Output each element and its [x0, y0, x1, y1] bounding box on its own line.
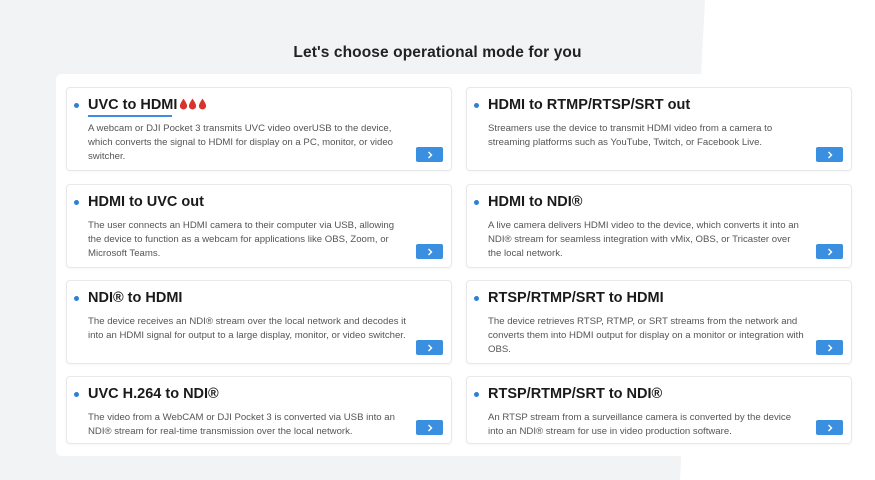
bullet-icon [74, 103, 79, 108]
card-description: The device receives an NDI® stream over … [88, 316, 406, 342]
chevron-right-icon [827, 151, 832, 158]
card-description: An RTSP stream from a surveillance camer… [488, 412, 792, 438]
blood-drops-icon [178, 98, 207, 114]
mode-card-hdmi-to-ndi[interactable]: HDMI to NDI® A live camera delivers HDMI… [466, 184, 852, 268]
mode-card-hdmi-to-rtmp[interactable]: HDMI to RTMP/RTSP/SRT out Streamers use … [466, 87, 852, 171]
card-description: A webcam or DJI Pocket 3 transmits UVC v… [88, 123, 394, 163]
selected-underline [88, 115, 172, 117]
bullet-icon [474, 200, 479, 205]
mode-panel: UVC to HDMI A webcam or DJI Pocket 3 tra… [56, 74, 866, 456]
card-title-text: UVC to HDMI [88, 97, 178, 113]
bullet-icon [74, 392, 79, 397]
mode-card-uvc-h264-to-ndi[interactable]: UVC H.264 to NDI® The video from a WebCA… [66, 376, 452, 444]
card-title: UVC to HDMI [88, 97, 207, 114]
select-mode-button[interactable] [416, 147, 443, 162]
select-mode-button[interactable] [816, 147, 843, 162]
page-title: Let's choose operational mode for you [293, 44, 582, 61]
card-description: Streamers use the device to transmit HDM… [488, 123, 773, 149]
mode-card-rtsp-to-hdmi[interactable]: RTSP/RTMP/SRT to HDMI The device retriev… [466, 280, 852, 364]
card-description: The device retrieves RTSP, RTMP, or SRT … [488, 316, 804, 356]
select-mode-button[interactable] [416, 340, 443, 355]
select-mode-button[interactable] [816, 420, 843, 435]
bullet-icon [74, 200, 79, 205]
bullet-icon [474, 392, 479, 397]
select-mode-button[interactable] [816, 340, 843, 355]
mode-card-uvc-to-hdmi[interactable]: UVC to HDMI A webcam or DJI Pocket 3 tra… [66, 87, 452, 171]
card-title: HDMI to RTMP/RTSP/SRT out [488, 97, 691, 113]
card-title: UVC H.264 to NDI® [88, 386, 219, 402]
chevron-right-icon [827, 424, 832, 431]
card-description: The user connects an HDMI camera to thei… [88, 220, 395, 260]
select-mode-button[interactable] [416, 244, 443, 259]
card-title: NDI® to HDMI [88, 290, 183, 306]
card-title: HDMI to UVC out [88, 194, 204, 210]
card-title: HDMI to NDI® [488, 194, 583, 210]
card-description: A live camera delivers HDMI video to the… [488, 220, 799, 260]
card-title: RTSP/RTMP/SRT to HDMI [488, 290, 664, 306]
chevron-right-icon [427, 248, 432, 255]
chevron-right-icon [427, 424, 432, 431]
chevron-right-icon [827, 248, 832, 255]
chevron-right-icon [827, 344, 832, 351]
bullet-icon [474, 103, 479, 108]
mode-card-ndi-to-hdmi[interactable]: NDI® to HDMI The device receives an NDI®… [66, 280, 452, 364]
mode-card-hdmi-to-uvc[interactable]: HDMI to UVC out The user connects an HDM… [66, 184, 452, 268]
chevron-right-icon [427, 344, 432, 351]
card-title: RTSP/RTMP/SRT to NDI® [488, 386, 663, 402]
select-mode-button[interactable] [816, 244, 843, 259]
select-mode-button[interactable] [416, 420, 443, 435]
bullet-icon [474, 296, 479, 301]
card-description: The video from a WebCAM or DJI Pocket 3 … [88, 412, 395, 438]
bullet-icon [74, 296, 79, 301]
chevron-right-icon [427, 151, 432, 158]
mode-card-rtsp-to-ndi[interactable]: RTSP/RTMP/SRT to NDI® An RTSP stream fro… [466, 376, 852, 444]
